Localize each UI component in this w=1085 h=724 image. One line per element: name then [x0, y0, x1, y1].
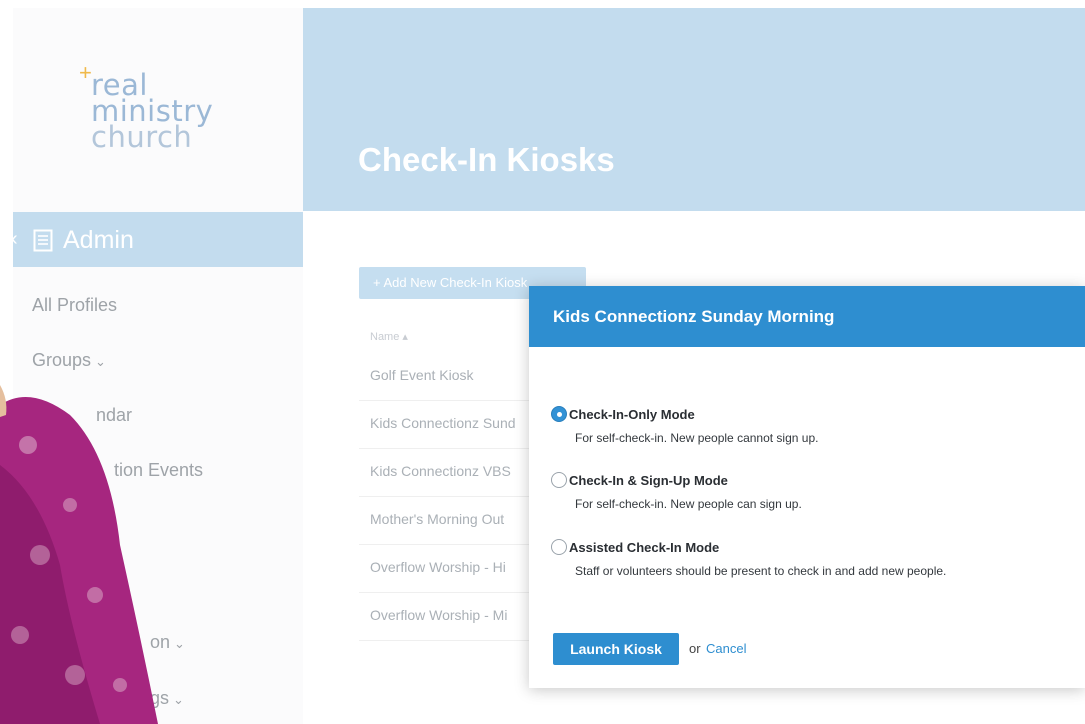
- sidebar-item-groups[interactable]: Groups ⌄: [32, 350, 106, 371]
- clipboard-icon: [33, 229, 53, 252]
- row-name: Mother's Morning Out: [370, 511, 505, 527]
- dialog-header: Kids Connectionz Sunday Morning: [529, 286, 1085, 347]
- sidebar-item-label: All Profiles: [32, 295, 118, 315]
- page-title: Check-In Kiosks: [358, 141, 615, 178]
- person-photo: [0, 385, 158, 724]
- radio-selected[interactable]: [551, 406, 567, 422]
- or-text: or: [689, 641, 701, 656]
- option-title: Check-In-Only Mode: [569, 407, 695, 422]
- dialog-title: Kids Connectionz Sunday Morning: [553, 307, 835, 326]
- admin-label: Admin: [63, 226, 134, 254]
- option-description: Staff or volunteers should be present to…: [575, 564, 947, 578]
- row-name: Golf Event Kiosk: [370, 367, 474, 383]
- chevron-left-icon[interactable]: ‹: [11, 228, 18, 251]
- plus-icon: +: [79, 60, 92, 85]
- church-logo[interactable]: + real ministry church: [79, 62, 279, 172]
- logo-line-3: church: [91, 120, 193, 154]
- column-header-name[interactable]: Name ▴: [370, 330, 408, 343]
- option-title: Assisted Check-In Mode: [569, 540, 720, 555]
- radio-unselected[interactable]: [551, 472, 567, 488]
- sidebar-section-admin[interactable]: ‹ Admin: [11, 212, 303, 267]
- row-name: Overflow Worship - Hi: [370, 559, 506, 575]
- option-title: Check-In & Sign-Up Mode: [569, 473, 728, 488]
- page-header: Check-In Kiosks: [303, 8, 1085, 211]
- sidebar-item-label: Groups: [32, 350, 92, 370]
- option-description: For self-check-in. New people can sign u…: [575, 497, 802, 511]
- sidebar-item-all-profiles[interactable]: All Profiles: [32, 295, 117, 316]
- chevron-down-icon: ⌄: [174, 636, 185, 651]
- option-description: For self-check-in. New people cannot sig…: [575, 431, 819, 445]
- row-name: Kids Connectionz VBS: [370, 463, 511, 479]
- cancel-link[interactable]: Cancel: [706, 641, 746, 656]
- row-name: Kids Connectionz Sund: [370, 415, 516, 431]
- launch-kiosk-button[interactable]: Launch Kiosk: [553, 633, 679, 665]
- launch-kiosk-dialog: Kids Connectionz Sunday Morning Check-In…: [529, 286, 1085, 688]
- chevron-down-icon: ⌄: [173, 692, 184, 707]
- chevron-down-icon: ⌄: [95, 354, 106, 369]
- radio-unselected[interactable]: [551, 539, 567, 555]
- row-name: Overflow Worship - Mi: [370, 607, 508, 623]
